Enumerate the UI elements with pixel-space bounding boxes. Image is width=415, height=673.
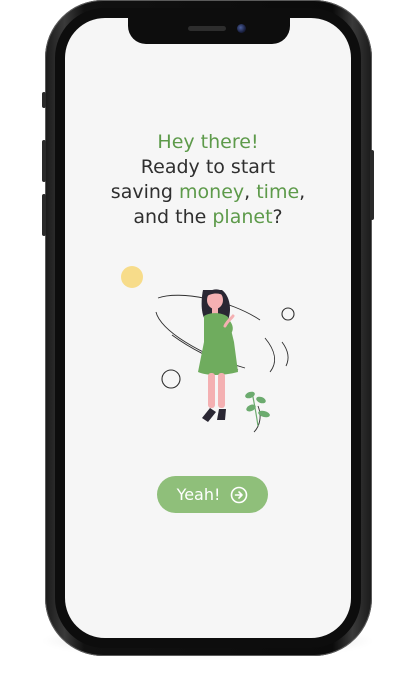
volume-up-button — [42, 140, 46, 182]
planet-small-icon — [281, 307, 295, 321]
planet-medium-icon — [161, 369, 181, 389]
greeting-text: Hey there! — [157, 131, 259, 153]
headline-saving-text: saving — [110, 181, 180, 203]
plant-leaf — [256, 396, 266, 404]
orbit-line — [281, 341, 289, 367]
headline-and-the-text: and the — [133, 206, 213, 228]
power-button — [370, 150, 374, 220]
stage: Hey there! Ready to start saving money, … — [0, 0, 415, 673]
headline-comma-2: , — [299, 181, 306, 203]
sun-icon — [121, 266, 143, 288]
arrow-right-circle-icon — [230, 486, 248, 504]
headline-time: time — [256, 181, 300, 203]
volume-down-button — [42, 194, 46, 236]
headline-question-mark: ? — [272, 206, 283, 228]
headline-line-4: and the planet? — [65, 205, 351, 230]
headline-planet: planet — [212, 206, 273, 228]
plant-leaf — [245, 391, 255, 399]
mute-switch — [42, 92, 46, 108]
woman-orbit-illustration — [121, 266, 295, 433]
orbit-line — [264, 337, 276, 373]
yeah-button-label: Yeah! — [176, 485, 221, 504]
yeah-button[interactable]: Yeah! — [157, 476, 268, 513]
woman-figure — [198, 289, 238, 422]
headline-money: money — [179, 181, 245, 203]
front-camera — [237, 24, 246, 33]
headline-comma-1: , — [244, 181, 257, 203]
headline-line-3: saving money, time, — [65, 180, 351, 205]
welcome-headline: Hey there! Ready to start saving money, … — [65, 130, 351, 230]
speaker — [188, 26, 226, 31]
headline-line-2: Ready to start — [140, 156, 276, 178]
